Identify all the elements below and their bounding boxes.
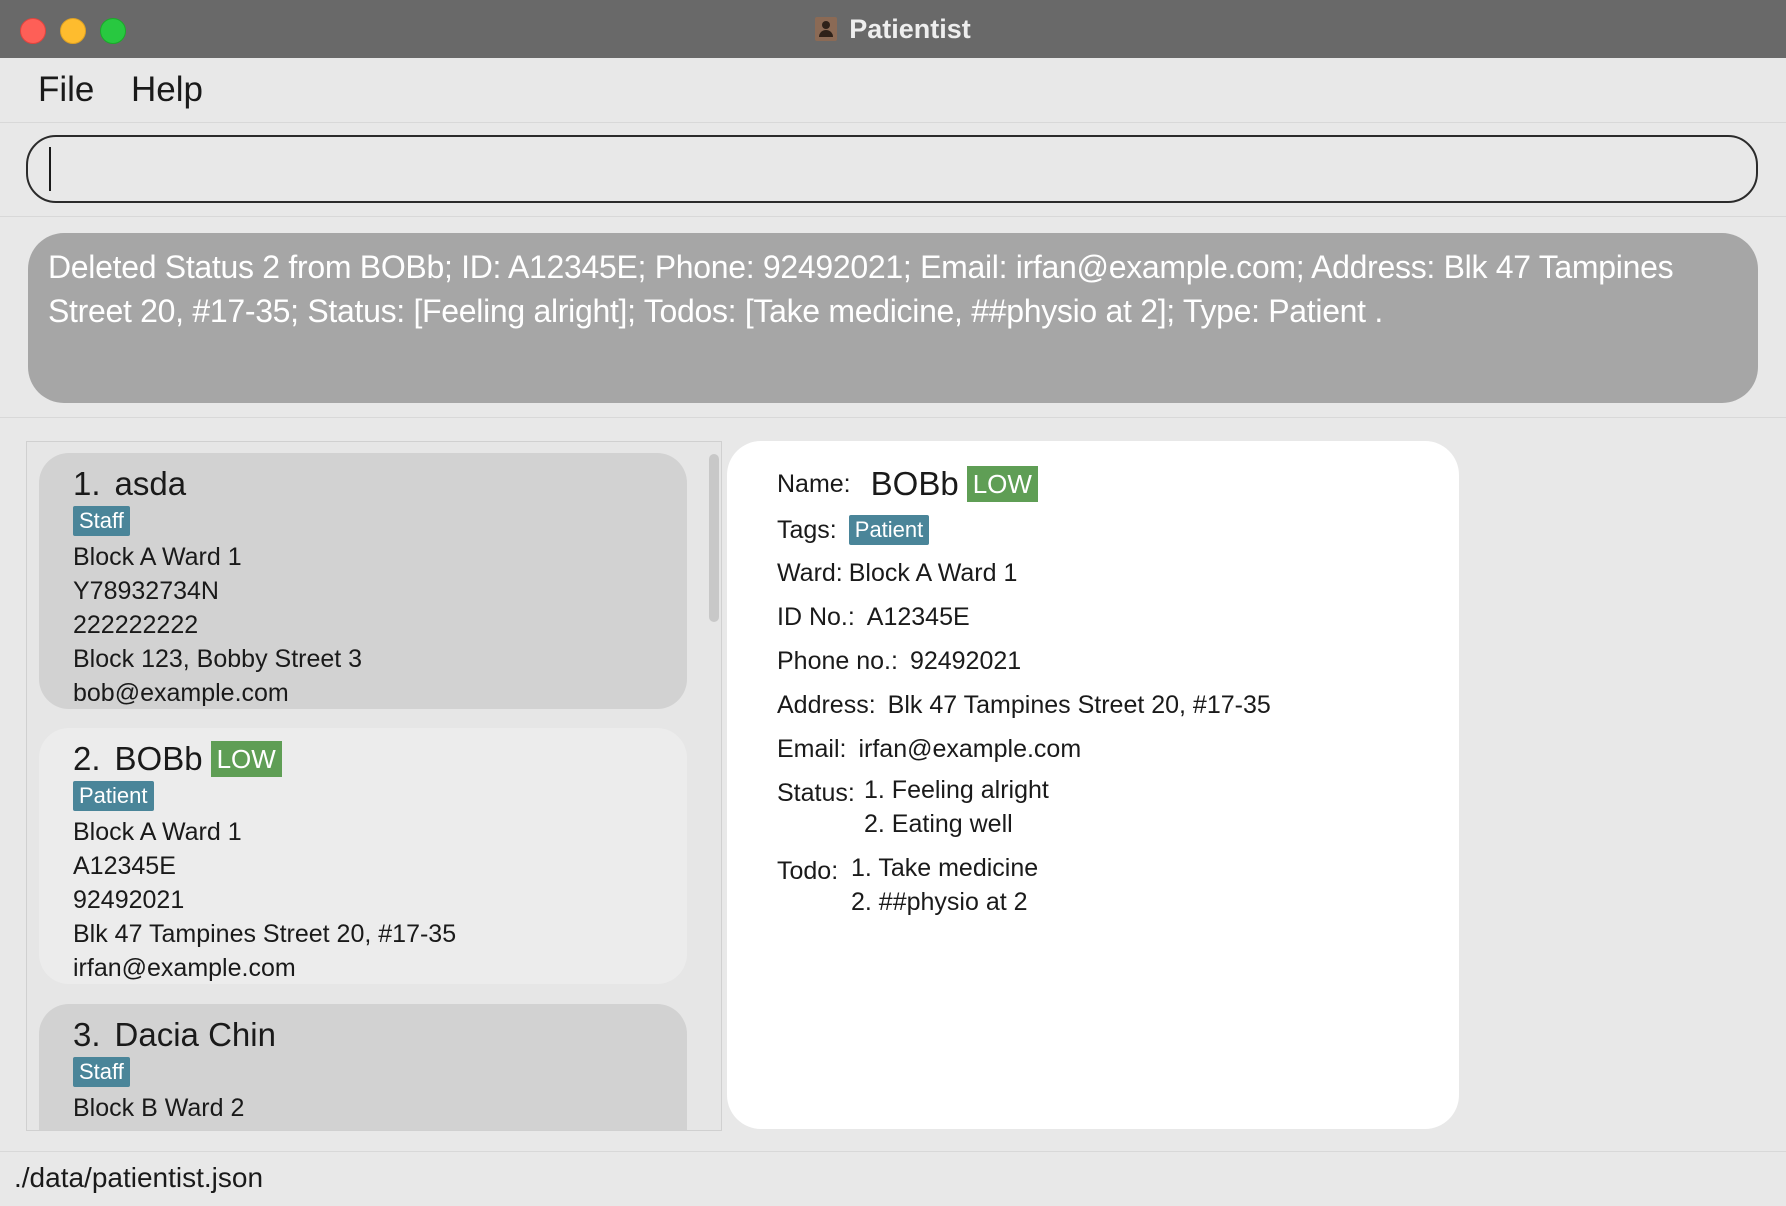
card-email: bob@example.com xyxy=(73,679,289,707)
tag-badge: Staff xyxy=(73,1057,130,1087)
card-address: Block 123, Bobby Street 3 xyxy=(73,645,363,673)
list-scrollbar[interactable] xyxy=(709,454,719,1118)
command-input[interactable] xyxy=(48,145,1732,195)
title-bar: Patientist xyxy=(0,0,1786,59)
todo-item: 1. Take medicine xyxy=(851,854,1039,882)
card-index: 1. xyxy=(73,465,101,502)
card-id: Y78932734N xyxy=(73,577,219,605)
status-item: 1. Feeling alright xyxy=(864,776,1049,804)
detail-address-label: Address: xyxy=(777,690,876,719)
detail-phone-row: Phone no.: 92492021 xyxy=(777,644,1021,678)
card-header: 3. Dacia Chin xyxy=(73,1012,687,1058)
detail-address-row: Address: Blk 47 Tampines Street 20, #17-… xyxy=(777,688,1271,722)
text-caret xyxy=(49,147,51,191)
command-area xyxy=(0,123,1786,217)
card-index: 2. xyxy=(73,740,101,777)
card-name: BOBb xyxy=(114,740,203,777)
title-wrap: Patientist xyxy=(0,0,1786,58)
detail-phone-label: Phone no.: xyxy=(777,646,898,675)
tag-badge: Patient xyxy=(73,781,154,811)
person-list-panel[interactable]: 1. asda Staff Block A Ward 1 Y78932734N … xyxy=(26,441,722,1131)
card-index: 3. xyxy=(73,1016,101,1053)
detail-todo-row: Todo: xyxy=(777,854,850,888)
card-tags: Staff xyxy=(73,506,687,540)
card-phone: 92492021 xyxy=(73,886,185,914)
command-box[interactable] xyxy=(26,135,1758,203)
contact-book-icon xyxy=(815,17,838,41)
detail-email-row: Email: irfan@example.com xyxy=(777,732,1081,766)
app-window: Patientist File Help Deleted Status 2 fr… xyxy=(0,0,1786,1206)
detail-todo-label: Todo: xyxy=(777,856,839,885)
todo-item: 2. ##physio at 2 xyxy=(851,888,1028,916)
card-ward: Block B Ward 2 xyxy=(73,1094,245,1122)
detail-name-row: Name: BOBb LOW xyxy=(777,463,1038,505)
priority-badge: LOW xyxy=(210,741,282,777)
detail-name: BOBb xyxy=(870,465,959,502)
result-display: Deleted Status 2 from BOBb; ID: A12345E;… xyxy=(28,233,1758,403)
card-header: 1. asda xyxy=(73,461,687,507)
detail-phone: 92492021 xyxy=(909,646,1022,675)
tag-badge: Patient xyxy=(848,515,930,545)
window-title: Patientist xyxy=(849,13,971,44)
card-tags: Staff xyxy=(73,1057,687,1091)
priority-badge: LOW xyxy=(966,466,1038,502)
detail-status-row: Status: xyxy=(777,776,867,810)
data-file-path: ./data/patientist.json xyxy=(14,1162,264,1193)
detail-id-label: ID No.: xyxy=(777,602,855,631)
detail-address: Blk 47 Tampines Street 20, #17-35 xyxy=(887,690,1271,719)
card-header: 2. BOBb LOW xyxy=(73,736,687,782)
detail-status-label: Status: xyxy=(777,778,855,807)
menu-help[interactable]: Help xyxy=(131,70,203,110)
card-address: Blk 47 Tampines Street 20, #17-35 xyxy=(73,920,457,948)
card-phone: 222222222 xyxy=(73,611,199,639)
detail-ward-row: Ward: Block A Ward 1 xyxy=(777,556,1017,590)
card-name: Dacia Chin xyxy=(114,1016,276,1053)
card-ward: Block A Ward 1 xyxy=(73,818,242,846)
result-area: Deleted Status 2 from BOBb; ID: A12345E;… xyxy=(0,217,1786,418)
detail-email-label: Email: xyxy=(777,734,847,763)
status-item: 2. Eating well xyxy=(864,810,1013,838)
card-tags: Patient xyxy=(73,781,687,815)
card-email: irfan@example.com xyxy=(73,954,296,982)
menu-file[interactable]: File xyxy=(38,70,94,110)
detail-email: irfan@example.com xyxy=(858,734,1082,763)
person-card[interactable]: 1. asda Staff Block A Ward 1 Y78932734N … xyxy=(39,453,687,709)
person-card[interactable]: 3. Dacia Chin Staff Block B Ward 2 xyxy=(39,1004,687,1130)
menu-bar: File Help xyxy=(0,58,1786,123)
detail-id: A12345E xyxy=(866,602,970,631)
tag-badge: Staff xyxy=(73,506,130,536)
scrollbar-thumb[interactable] xyxy=(709,454,719,622)
person-card[interactable]: 2. BOBb LOW Patient Block A Ward 1 A1234… xyxy=(39,728,687,984)
card-id: A12345E xyxy=(73,852,176,880)
person-detail-panel: Name: BOBb LOW Tags: Patient Ward: Block… xyxy=(727,441,1459,1129)
status-bar: ./data/patientist.json xyxy=(0,1151,1786,1206)
detail-name-label: Name: xyxy=(777,469,851,498)
detail-tags-label: Tags: xyxy=(777,515,837,544)
card-ward: Block A Ward 1 xyxy=(73,543,242,571)
detail-tags-row: Tags: Patient xyxy=(777,513,930,547)
detail-ward: Block A Ward 1 xyxy=(848,558,1018,587)
detail-id-row: ID No.: A12345E xyxy=(777,600,970,634)
card-name: asda xyxy=(114,465,187,502)
detail-ward-label: Ward: xyxy=(777,558,843,587)
